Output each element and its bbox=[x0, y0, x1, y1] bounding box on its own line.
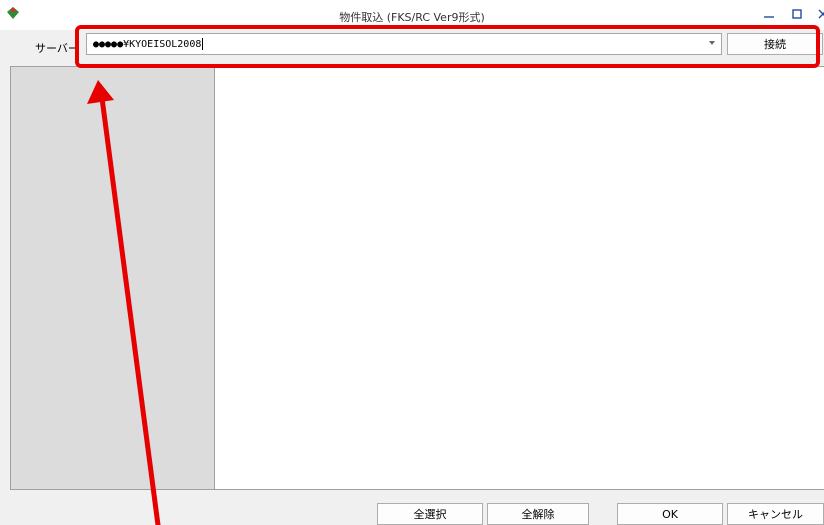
select-all-button[interactable]: 全選択 bbox=[377, 503, 483, 525]
close-icon bbox=[818, 9, 824, 22]
close-button[interactable] bbox=[810, 4, 824, 26]
minimize-icon bbox=[764, 9, 774, 22]
server-label: サーバー bbox=[35, 42, 79, 55]
list-panel[interactable] bbox=[215, 66, 824, 490]
maximize-icon bbox=[792, 8, 802, 22]
annotation-highlight-box bbox=[75, 25, 820, 68]
deselect-all-button[interactable]: 全解除 bbox=[487, 503, 589, 525]
window-title: 物件取込 (FKS/RC Ver9形式) bbox=[339, 11, 485, 24]
cancel-button[interactable]: キャンセル bbox=[727, 503, 824, 525]
maximize-button[interactable] bbox=[784, 4, 810, 26]
minimize-button[interactable] bbox=[756, 4, 782, 26]
tree-panel[interactable] bbox=[10, 66, 215, 490]
ok-button[interactable]: OK bbox=[617, 503, 723, 525]
